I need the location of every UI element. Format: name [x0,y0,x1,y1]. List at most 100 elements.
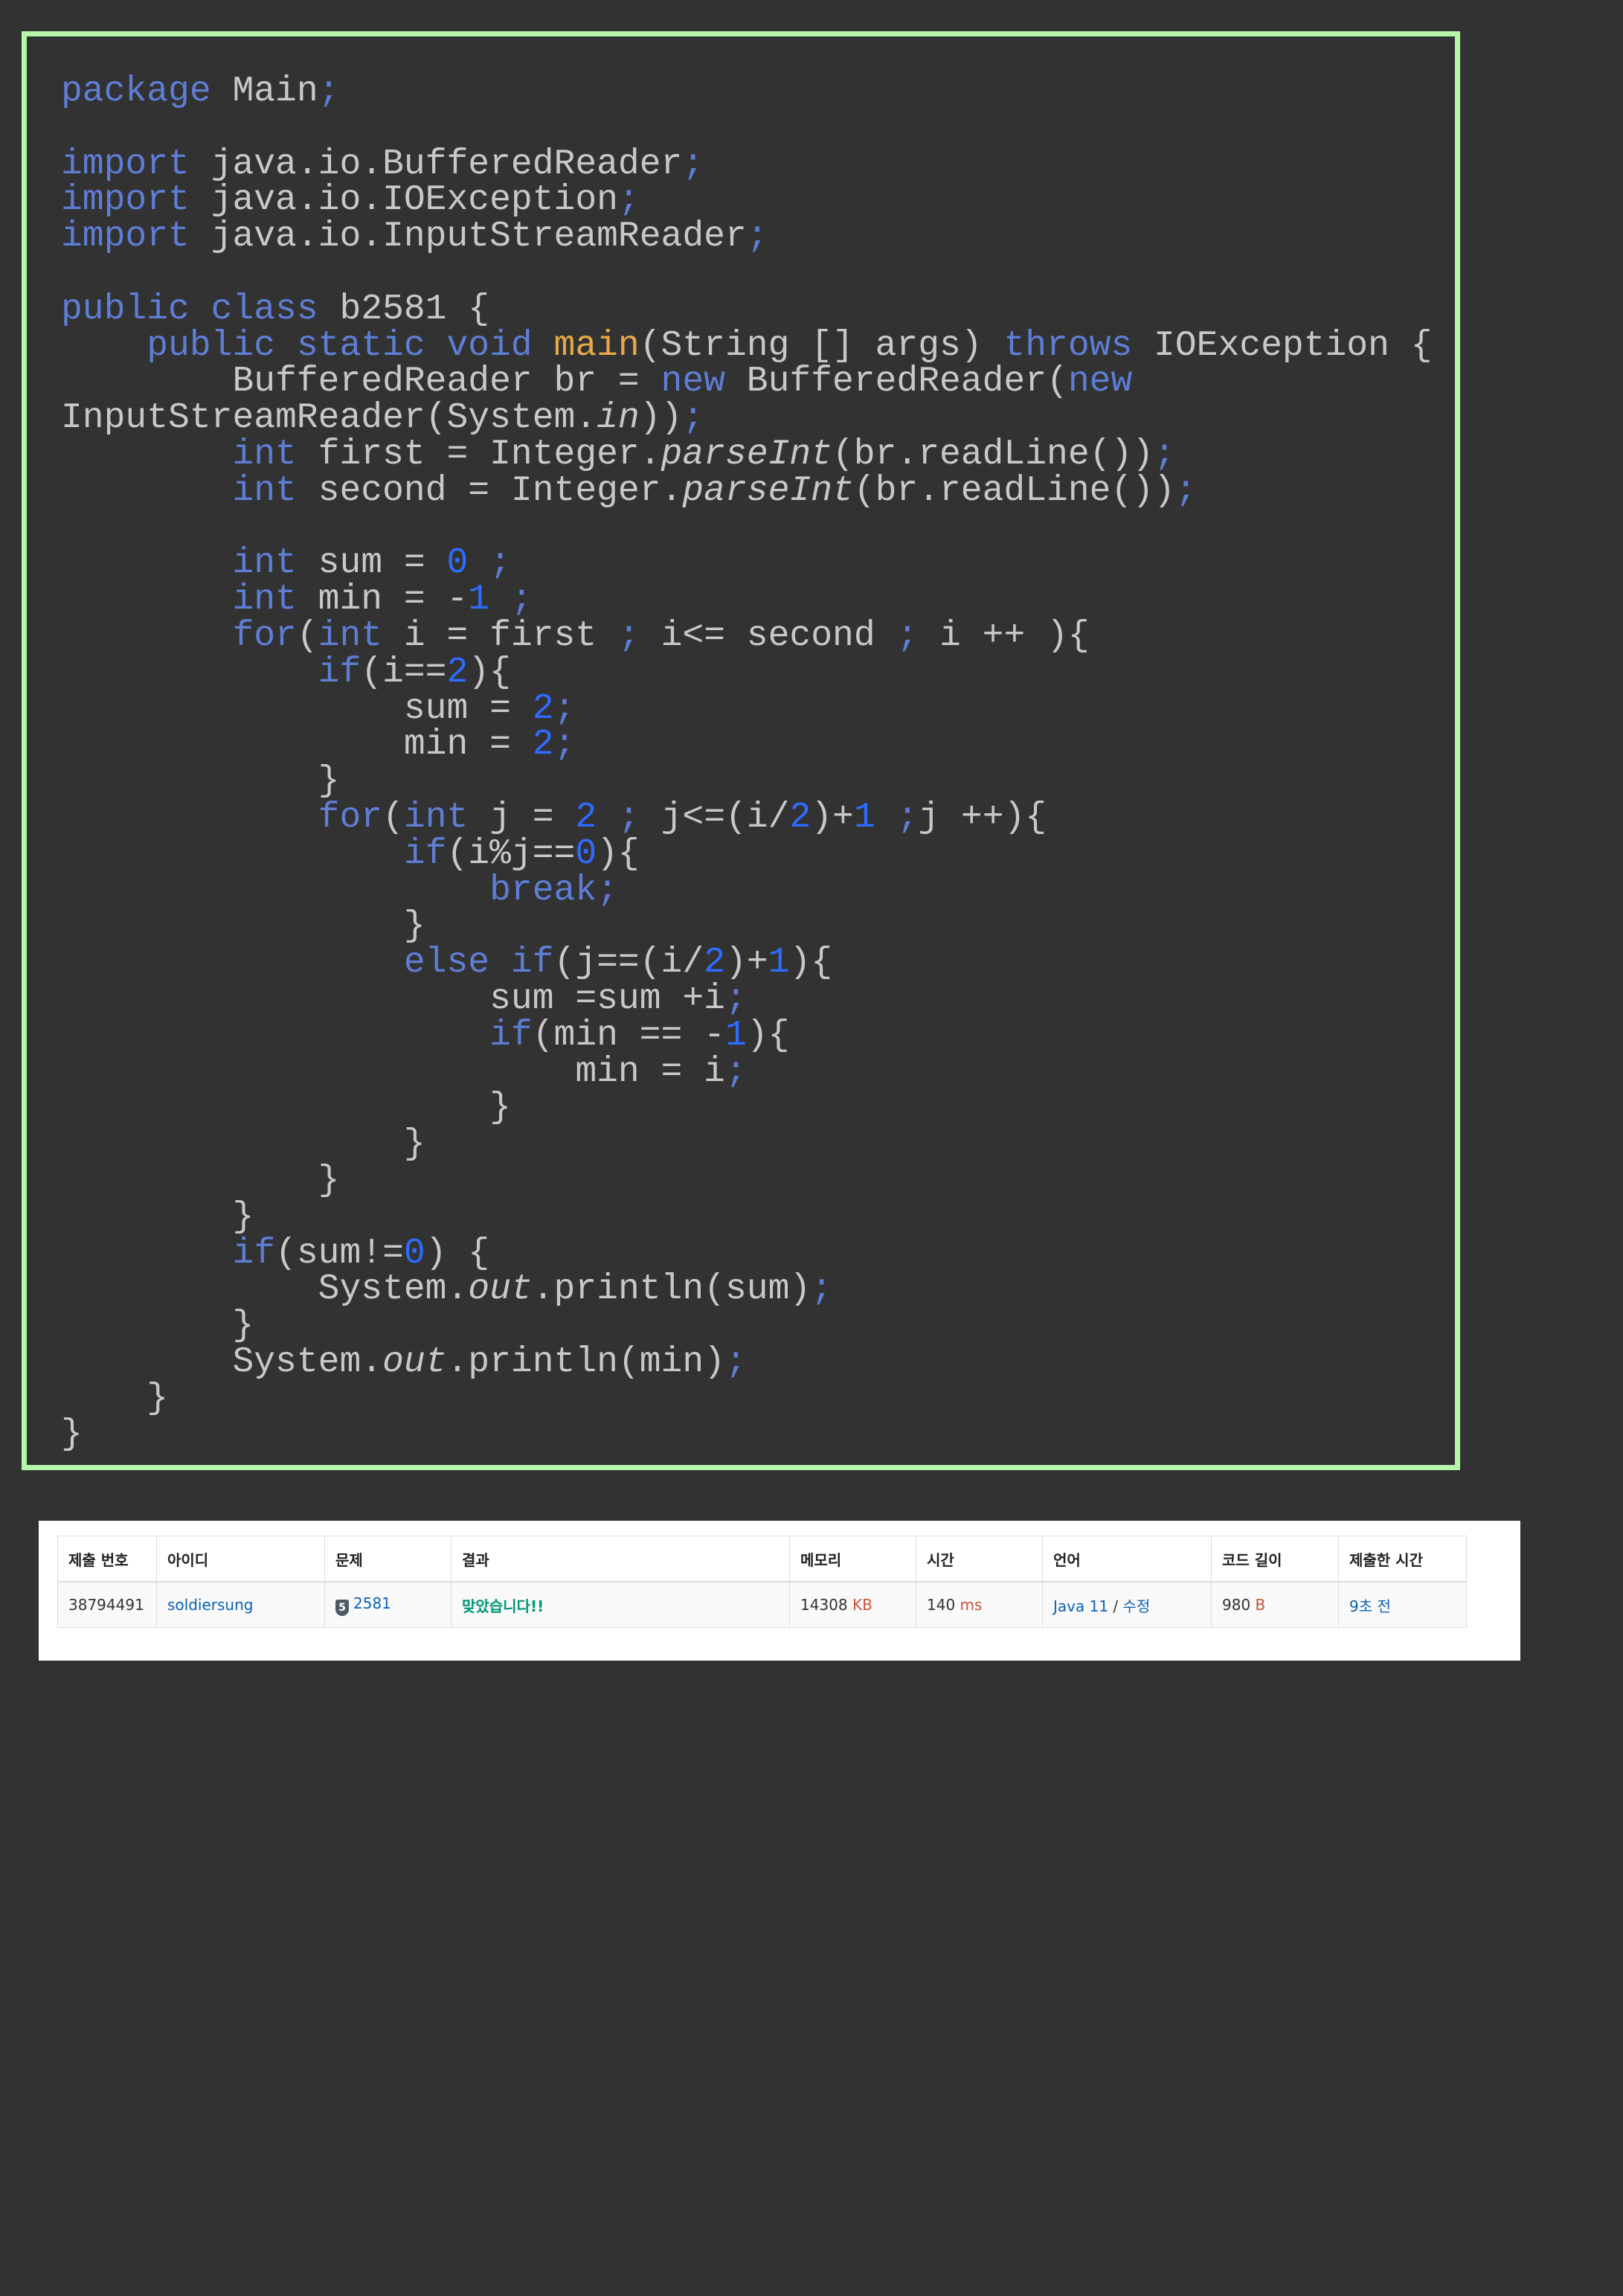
header-user-id: 아이디 [156,1536,325,1582]
code-token: ; [617,797,640,838]
code-line: InputStreamReader(System.in)); [61,400,1433,437]
table-header-row: 제출 번호 아이디 문제 결과 메모리 시간 언어 코드 길이 제출한 시간 [57,1536,1467,1582]
header-submitted-time: 제출한 시간 [1338,1536,1467,1582]
code-token: BufferedReader( [724,362,1068,403]
code-token: (String [] args) [639,325,1004,366]
code-token: ; [617,180,640,221]
code-token: min = - [296,580,469,621]
header-time: 시간 [916,1536,1043,1582]
code-token: System. [61,1341,383,1382]
code-panel: package Main; import java.io.BufferedRead… [22,31,1460,1470]
time-cell: 140 ms [916,1581,1043,1628]
code-token: out [468,1269,533,1310]
code-line: int sum = 0 ; [61,545,1433,582]
code-line: break; [61,872,1433,909]
submitted-time-link[interactable]: 9초 전 [1349,1597,1391,1615]
code-token: 1 [853,797,875,838]
code-line: } [61,1199,1433,1236]
code-token: (sum!= [275,1233,404,1274]
header-memory: 메모리 [789,1536,916,1582]
code-token: ; [724,1341,747,1382]
edit-link[interactable]: 수정 [1123,1597,1151,1615]
code-token: second = Integer. [296,470,683,511]
code-token: ){ [746,1015,790,1056]
code-token: ){ [789,943,832,984]
code-token: ; [553,688,576,729]
code-token: if [403,833,447,874]
user-id-link[interactable]: soldiersung [167,1596,253,1614]
code-token: } [61,906,425,947]
code-line: public class b2581 { [61,289,1433,330]
code-token: (i== [361,652,447,693]
code-token: b2581 { [318,289,490,330]
code-token: int [403,797,469,838]
code-line: } [61,1163,1433,1199]
problem-link[interactable]: 2581 [353,1594,391,1612]
code-token: if [232,1233,276,1274]
language-cell: Java 11 / 수정 [1042,1581,1212,1628]
code-token: for [318,797,383,838]
code-line: } [61,1380,1433,1417]
code-token: import [61,217,190,257]
code-token: if [489,1015,533,1056]
code-token: import [61,180,190,221]
code-line: System.out.println(sum); [61,1272,1433,1308]
header-submission-id: 제출 번호 [57,1536,157,1582]
code-line: else if(j==(i/2)+1){ [61,945,1433,981]
code-token: System. [61,1269,469,1310]
code-line: int min = -1 ; [61,582,1433,618]
code-token: ; [489,543,511,584]
code-token: ; [1154,434,1175,475]
code-token: if [318,652,361,693]
code-token: ){ [468,652,511,693]
language-link[interactable]: Java 11 [1053,1597,1108,1615]
header-code-length: 코드 길이 [1211,1536,1339,1582]
code-token: InputStreamReader(System. [61,398,597,439]
code-line: import java.io.IOException; [61,182,1433,219]
code-token: ; [724,1051,747,1092]
code-token: 0 [575,833,597,874]
code-line: if(i%j==0){ [61,836,1433,873]
result-cell: 맞았습니다!! [451,1581,790,1628]
memory-value: 14308 [800,1596,848,1614]
submission-table: 제출 번호 아이디 문제 결과 메모리 시간 언어 코드 길이 제출한 시간 3… [57,1536,1467,1628]
code-line: int first = Integer.parseInt(br.readLine… [61,437,1433,473]
language-separator: / [1113,1597,1119,1615]
code-line: min = 2; [61,727,1433,763]
code-token: new [661,362,725,403]
code-token: ; [724,978,747,1019]
code-token: new [1067,362,1133,403]
code-token: (br.readLine()) [853,470,1175,511]
code-token: ; [811,1269,832,1310]
code-token: ; [896,797,919,838]
code-token: 2 [704,943,725,984]
code-line: import java.io.InputStreamReader; [61,219,1433,255]
code-token: sum = [296,543,447,584]
submitted-time-cell: 9초 전 [1338,1581,1467,1628]
code-token: i = first [382,615,618,656]
code-token: 2 [446,652,469,693]
code-token: ) { [425,1233,490,1274]
code-length-unit: B [1255,1596,1266,1614]
code-token: (j==(i/ [553,943,704,984]
code-token: min = i [61,1051,725,1092]
code-token: } [61,1196,254,1237]
code-token: j<=(i/ [639,797,790,838]
code-length-value: 980 [1222,1596,1251,1614]
code-token: } [61,1124,425,1165]
code-token: int [318,615,383,656]
code-line: } [61,1308,1433,1344]
code-token: package [61,71,211,112]
code-line: } [61,1126,1433,1163]
tier-badge-icon: 5 [335,1599,349,1616]
code-token: parseInt [661,434,832,475]
code-token: java.io.InputStreamReader [189,217,747,257]
